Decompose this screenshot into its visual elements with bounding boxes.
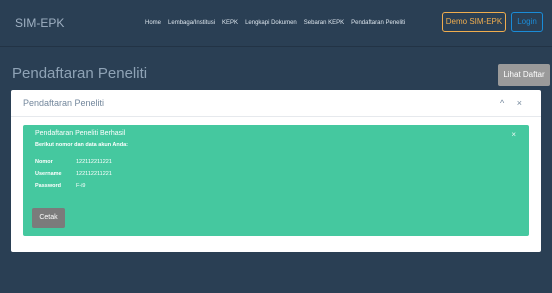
top-navbar: SIM-EPK Home Lembaga/Institusi KEPK Leng… <box>0 0 552 47</box>
row-value: 122112211221 <box>76 159 112 165</box>
nav-kepk[interactable]: KEPK <box>222 20 238 26</box>
alert-title: Pendaftaran Peneliti Berhasil <box>35 130 126 137</box>
account-row-password: Password F-i9 <box>35 183 85 189</box>
row-label: Password <box>35 183 61 189</box>
panel-collapse-close-icons[interactable]: ^ × <box>500 98 527 108</box>
panel-title: Pendaftaran Peneliti <box>23 98 105 108</box>
panel-header: Pendaftaran Peneliti ^ × <box>11 90 541 117</box>
account-row-username: Username 122112211221 <box>35 171 112 177</box>
success-alert: × Pendaftaran Peneliti Berhasil Berikut … <box>23 125 529 236</box>
row-value: 122112211221 <box>76 171 112 177</box>
view-list-button[interactable]: Lihat Daftar <box>498 64 550 86</box>
nav-lengkapi-dokumen[interactable]: Lengkapi Dokumen <box>245 20 297 26</box>
brand-logo[interactable]: SIM-EPK <box>15 16 64 30</box>
demo-button[interactable]: Demo SIM-EPK <box>442 12 506 32</box>
print-button[interactable]: Cetak <box>32 208 65 228</box>
nav-lembaga[interactable]: Lembaga/Institusi <box>168 20 215 26</box>
nav-menu: Home Lembaga/Institusi KEPK Lengkapi Dok… <box>145 20 405 26</box>
nav-pendaftaran-peneliti[interactable]: Pendaftaran Peneliti <box>351 20 405 26</box>
nav-sebaran-kepk[interactable]: Sebaran KEPK <box>304 20 344 26</box>
nav-home[interactable]: Home <box>145 20 161 26</box>
row-label: Nomor <box>35 159 53 165</box>
login-button[interactable]: Login <box>511 12 543 32</box>
row-label: Username <box>35 171 62 177</box>
alert-subtitle: Berikut nomor dan data akun Anda: <box>35 142 129 148</box>
page-title: Pendaftaran Peneliti <box>12 65 148 82</box>
account-row-number: Nomor 122112211221 <box>35 159 112 165</box>
close-icon[interactable]: × <box>511 130 516 139</box>
row-value: F-i9 <box>76 183 86 189</box>
registration-panel: Pendaftaran Peneliti ^ × × Pendaftaran P… <box>11 90 541 252</box>
